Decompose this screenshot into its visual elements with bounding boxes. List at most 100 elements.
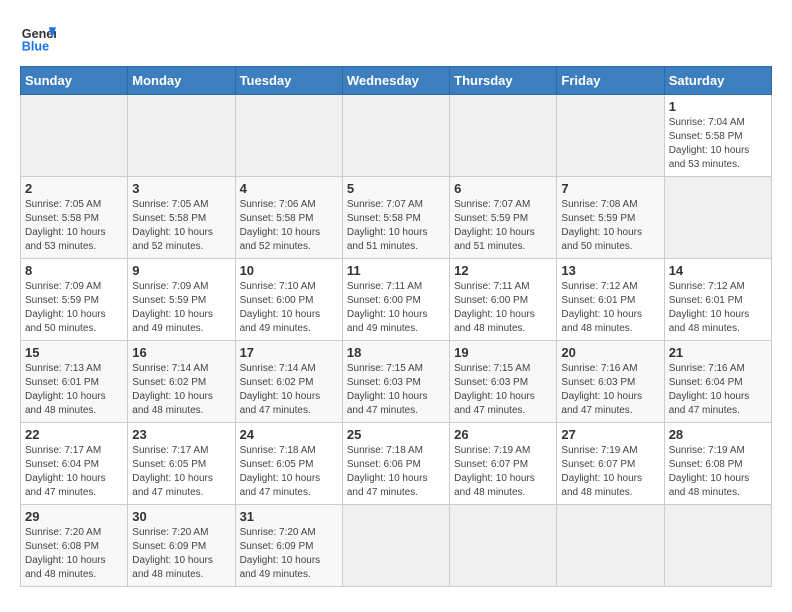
calendar-cell: 11 Sunrise: 7:11 AMSunset: 6:00 PMDaylig… [342,259,449,341]
day-info: Sunrise: 7:11 AMSunset: 6:00 PMDaylight:… [454,280,552,336]
calendar-week: 1 Sunrise: 7:04 AMSunset: 5:58 PMDayligh… [21,95,772,177]
day-number: 23 [132,427,230,442]
day-info: Sunrise: 7:08 AMSunset: 5:59 PMDaylight:… [561,198,659,254]
day-number: 31 [240,509,338,524]
calendar-day-header: Thursday [450,67,557,95]
day-number: 17 [240,345,338,360]
day-number: 25 [347,427,445,442]
calendar-week: 22 Sunrise: 7:17 AMSunset: 6:04 PMDaylig… [21,423,772,505]
page-header: General Blue [20,20,772,56]
day-number: 6 [454,181,552,196]
calendar-body: 1 Sunrise: 7:04 AMSunset: 5:58 PMDayligh… [21,95,772,587]
day-info: Sunrise: 7:07 AMSunset: 5:58 PMDaylight:… [347,198,445,254]
logo: General Blue [20,20,56,56]
day-info: Sunrise: 7:10 AMSunset: 6:00 PMDaylight:… [240,280,338,336]
day-info: Sunrise: 7:20 AMSunset: 6:09 PMDaylight:… [132,526,230,582]
day-number: 27 [561,427,659,442]
calendar-cell: 24 Sunrise: 7:18 AMSunset: 6:05 PMDaylig… [235,423,342,505]
calendar-day-header: Tuesday [235,67,342,95]
calendar-day-header: Monday [128,67,235,95]
day-info: Sunrise: 7:20 AMSunset: 6:08 PMDaylight:… [25,526,123,582]
calendar-cell [664,505,771,587]
day-number: 13 [561,263,659,278]
calendar-cell: 28 Sunrise: 7:19 AMSunset: 6:08 PMDaylig… [664,423,771,505]
calendar-cell: 17 Sunrise: 7:14 AMSunset: 6:02 PMDaylig… [235,341,342,423]
day-info: Sunrise: 7:04 AMSunset: 5:58 PMDaylight:… [669,116,767,172]
calendar-table: SundayMondayTuesdayWednesdayThursdayFrid… [20,66,772,587]
day-number: 5 [347,181,445,196]
calendar-cell [664,177,771,259]
svg-text:Blue: Blue [22,40,49,54]
day-number: 26 [454,427,552,442]
day-number: 10 [240,263,338,278]
day-info: Sunrise: 7:14 AMSunset: 6:02 PMDaylight:… [240,362,338,418]
day-info: Sunrise: 7:09 AMSunset: 5:59 PMDaylight:… [132,280,230,336]
day-number: 30 [132,509,230,524]
day-info: Sunrise: 7:16 AMSunset: 6:04 PMDaylight:… [669,362,767,418]
day-number: 21 [669,345,767,360]
calendar-day-header: Saturday [664,67,771,95]
calendar-cell: 15 Sunrise: 7:13 AMSunset: 6:01 PMDaylig… [21,341,128,423]
calendar-cell: 20 Sunrise: 7:16 AMSunset: 6:03 PMDaylig… [557,341,664,423]
day-info: Sunrise: 7:15 AMSunset: 6:03 PMDaylight:… [454,362,552,418]
calendar-header-row: SundayMondayTuesdayWednesdayThursdayFrid… [21,67,772,95]
day-info: Sunrise: 7:07 AMSunset: 5:59 PMDaylight:… [454,198,552,254]
calendar-cell: 12 Sunrise: 7:11 AMSunset: 6:00 PMDaylig… [450,259,557,341]
calendar-cell [557,505,664,587]
calendar-cell: 5 Sunrise: 7:07 AMSunset: 5:58 PMDayligh… [342,177,449,259]
day-number: 29 [25,509,123,524]
day-number: 20 [561,345,659,360]
calendar-week: 2 Sunrise: 7:05 AMSunset: 5:58 PMDayligh… [21,177,772,259]
day-number: 4 [240,181,338,196]
day-number: 15 [25,345,123,360]
calendar-cell: 22 Sunrise: 7:17 AMSunset: 6:04 PMDaylig… [21,423,128,505]
calendar-cell: 10 Sunrise: 7:10 AMSunset: 6:00 PMDaylig… [235,259,342,341]
day-info: Sunrise: 7:18 AMSunset: 6:06 PMDaylight:… [347,444,445,500]
calendar-day-header: Sunday [21,67,128,95]
day-info: Sunrise: 7:09 AMSunset: 5:59 PMDaylight:… [25,280,123,336]
calendar-cell: 9 Sunrise: 7:09 AMSunset: 5:59 PMDayligh… [128,259,235,341]
calendar-cell: 2 Sunrise: 7:05 AMSunset: 5:58 PMDayligh… [21,177,128,259]
day-info: Sunrise: 7:11 AMSunset: 6:00 PMDaylight:… [347,280,445,336]
calendar-header: SundayMondayTuesdayWednesdayThursdayFrid… [21,67,772,95]
calendar-cell: 18 Sunrise: 7:15 AMSunset: 6:03 PMDaylig… [342,341,449,423]
calendar-cell: 26 Sunrise: 7:19 AMSunset: 6:07 PMDaylig… [450,423,557,505]
calendar-cell-empty [557,95,664,177]
calendar-day-header: Wednesday [342,67,449,95]
calendar-cell: 7 Sunrise: 7:08 AMSunset: 5:59 PMDayligh… [557,177,664,259]
day-number: 1 [669,99,767,114]
day-info: Sunrise: 7:12 AMSunset: 6:01 PMDaylight:… [669,280,767,336]
calendar-week: 15 Sunrise: 7:13 AMSunset: 6:01 PMDaylig… [21,341,772,423]
day-number: 9 [132,263,230,278]
calendar-cell-empty [235,95,342,177]
calendar-day-header: Friday [557,67,664,95]
day-number: 11 [347,263,445,278]
calendar-cell: 19 Sunrise: 7:15 AMSunset: 6:03 PMDaylig… [450,341,557,423]
calendar-cell: 1 Sunrise: 7:04 AMSunset: 5:58 PMDayligh… [664,95,771,177]
calendar-cell-empty [342,95,449,177]
calendar-cell: 8 Sunrise: 7:09 AMSunset: 5:59 PMDayligh… [21,259,128,341]
day-info: Sunrise: 7:17 AMSunset: 6:04 PMDaylight:… [25,444,123,500]
calendar-cell-empty [450,95,557,177]
day-info: Sunrise: 7:06 AMSunset: 5:58 PMDaylight:… [240,198,338,254]
calendar-week: 29 Sunrise: 7:20 AMSunset: 6:08 PMDaylig… [21,505,772,587]
calendar-cell-empty [128,95,235,177]
day-info: Sunrise: 7:16 AMSunset: 6:03 PMDaylight:… [561,362,659,418]
calendar-cell: 25 Sunrise: 7:18 AMSunset: 6:06 PMDaylig… [342,423,449,505]
calendar-cell: 6 Sunrise: 7:07 AMSunset: 5:59 PMDayligh… [450,177,557,259]
calendar-cell: 31 Sunrise: 7:20 AMSunset: 6:09 PMDaylig… [235,505,342,587]
calendar-cell: 21 Sunrise: 7:16 AMSunset: 6:04 PMDaylig… [664,341,771,423]
day-info: Sunrise: 7:20 AMSunset: 6:09 PMDaylight:… [240,526,338,582]
day-number: 2 [25,181,123,196]
day-number: 14 [669,263,767,278]
calendar-week: 8 Sunrise: 7:09 AMSunset: 5:59 PMDayligh… [21,259,772,341]
calendar-cell-empty [21,95,128,177]
day-info: Sunrise: 7:18 AMSunset: 6:05 PMDaylight:… [240,444,338,500]
day-number: 24 [240,427,338,442]
day-info: Sunrise: 7:19 AMSunset: 6:07 PMDaylight:… [561,444,659,500]
day-info: Sunrise: 7:13 AMSunset: 6:01 PMDaylight:… [25,362,123,418]
day-number: 3 [132,181,230,196]
day-number: 19 [454,345,552,360]
calendar-cell: 30 Sunrise: 7:20 AMSunset: 6:09 PMDaylig… [128,505,235,587]
calendar-cell [450,505,557,587]
